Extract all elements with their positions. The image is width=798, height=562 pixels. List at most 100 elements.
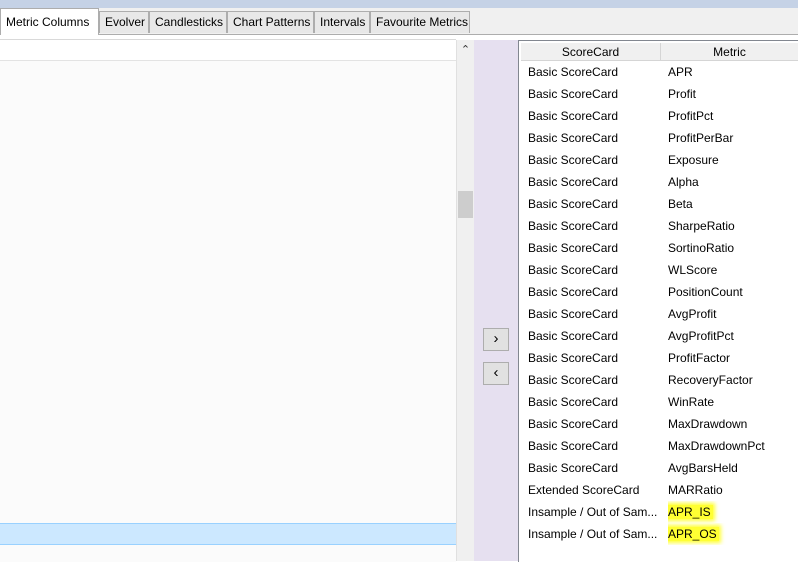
list-first-row[interactable] [0, 40, 456, 61]
metric-cell: SharpeRatio [668, 215, 793, 237]
window-top-bar [0, 0, 798, 8]
scorecard-cell: Basic ScoreCard [528, 109, 619, 123]
scorecard-cell: Basic ScoreCard [528, 461, 619, 475]
vertical-scrollbar[interactable]: ⌃ [456, 40, 474, 561]
scorecard-cell: Basic ScoreCard [528, 395, 619, 409]
tab-intervals[interactable]: Intervals [314, 11, 370, 33]
table-row[interactable]: Basic ScoreCard ProfitFactor [519, 347, 798, 369]
metric-cell: ProfitPerBar [668, 127, 793, 149]
metric-label: Exposure [668, 153, 719, 167]
table-row[interactable]: Insample / Out of Sam... APR_OS [519, 523, 798, 545]
metric-cell: Beta [668, 193, 793, 215]
scorecard-cell: Basic ScoreCard [528, 175, 619, 189]
table-row[interactable]: Basic ScoreCard AvgProfitPct [519, 325, 798, 347]
table-row[interactable]: Basic ScoreCard ProfitPct [519, 105, 798, 127]
scorecard-cell: Basic ScoreCard [528, 307, 619, 321]
metric-cell: Alpha [668, 171, 793, 193]
metric-label: PositionCount [668, 285, 743, 299]
tab-strip: Metric Columns Evolver Candlesticks Char… [0, 8, 798, 35]
remove-metric-button[interactable]: ‹ [483, 362, 509, 385]
scorecard-cell: Basic ScoreCard [528, 87, 619, 101]
metric-label: APR_IS [668, 505, 713, 519]
scorecard-cell: Insample / Out of Sam... [528, 527, 658, 541]
table-row[interactable]: Basic ScoreCard Beta [519, 193, 798, 215]
table-row[interactable]: Basic ScoreCard AvgProfit [519, 303, 798, 325]
scorecard-cell: Basic ScoreCard [528, 241, 619, 255]
metric-cell: AvgProfit [668, 303, 793, 325]
scorecard-cell: Basic ScoreCard [528, 131, 619, 145]
table-row[interactable]: Basic ScoreCard ProfitPerBar [519, 127, 798, 149]
metric-cell: AvgBarsHeld [668, 457, 793, 479]
table-row[interactable]: Extended ScoreCard MARRatio [519, 479, 798, 501]
scorecard-cell: Basic ScoreCard [528, 263, 619, 277]
tab-favourite-metrics[interactable]: Favourite Metrics [370, 11, 470, 33]
add-metric-button[interactable]: › [483, 328, 509, 351]
metric-label: WinRate [668, 395, 715, 409]
chevron-left-icon: ‹ [493, 364, 499, 381]
metric-label: SharpeRatio [668, 219, 735, 233]
table-row[interactable]: Basic ScoreCard SharpeRatio [519, 215, 798, 237]
table-row[interactable]: Basic ScoreCard Exposure [519, 149, 798, 171]
chevron-right-icon: › [493, 330, 499, 347]
available-metrics-list[interactable] [0, 39, 456, 562]
metric-cell: AvgProfitPct [668, 325, 793, 347]
metric-label: Alpha [668, 175, 699, 189]
metric-label: APR_OS [668, 527, 719, 541]
metric-label: ProfitPerBar [668, 131, 734, 145]
table-row[interactable]: Basic ScoreCard Alpha [519, 171, 798, 193]
tab-evolver[interactable]: Evolver [99, 11, 149, 33]
metric-label: Profit [668, 87, 697, 101]
scorecard-cell: Basic ScoreCard [528, 373, 619, 387]
metric-label: RecoveryFactor [668, 373, 753, 387]
metric-cell: ProfitPct [668, 105, 793, 127]
table-row[interactable]: Basic ScoreCard APR [519, 61, 798, 83]
scorecard-cell: Basic ScoreCard [528, 153, 619, 167]
scorecard-cell: Basic ScoreCard [528, 329, 619, 343]
selected-metrics-grid[interactable]: ScoreCard Metric Basic ScoreCard APR Basic… [518, 40, 798, 562]
metric-cell: Profit [668, 83, 793, 105]
column-header-metric[interactable]: Metric [661, 43, 798, 61]
metric-cell: Exposure [668, 149, 793, 171]
metric-label: ProfitPct [668, 109, 714, 123]
metric-cell: SortinoRatio [668, 237, 793, 259]
table-row[interactable]: Basic ScoreCard WLScore [519, 259, 798, 281]
table-row[interactable]: Basic ScoreCard MaxDrawdown [519, 413, 798, 435]
metric-cell: ProfitFactor [668, 347, 793, 369]
metric-label: MaxDrawdownPct [668, 439, 765, 453]
scorecard-cell: Insample / Out of Sam... [528, 505, 658, 519]
scorecard-cell: Basic ScoreCard [528, 417, 619, 431]
metric-cell: WLScore [668, 259, 793, 281]
tab-chart-patterns[interactable]: Chart Patterns [227, 11, 314, 33]
metric-cell: WinRate [668, 391, 793, 413]
metric-cell: MaxDrawdownPct [668, 435, 793, 457]
scorecard-cell: Basic ScoreCard [528, 197, 619, 211]
table-row[interactable]: Basic ScoreCard Profit [519, 83, 798, 105]
metric-label: Beta [668, 197, 693, 211]
scorecard-cell: Basic ScoreCard [528, 439, 619, 453]
table-row[interactable]: Basic ScoreCard WinRate [519, 391, 798, 413]
table-row[interactable]: Basic ScoreCard SortinoRatio [519, 237, 798, 259]
metric-label: MARRatio [668, 483, 723, 497]
transfer-button-strip: › ‹ [474, 40, 518, 561]
scroll-up-icon[interactable]: ⌃ [457, 42, 474, 59]
scorecard-cell: Basic ScoreCard [528, 65, 619, 79]
metric-label: ProfitFactor [668, 351, 731, 365]
table-row[interactable]: Basic ScoreCard PositionCount [519, 281, 798, 303]
metric-cell: MaxDrawdown [668, 413, 793, 435]
scrollbar-thumb[interactable] [458, 191, 473, 218]
scorecard-cell: Extended ScoreCard [528, 483, 640, 497]
scorecard-cell: Basic ScoreCard [528, 219, 619, 233]
scorecard-cell: Basic ScoreCard [528, 351, 619, 365]
table-row[interactable]: Basic ScoreCard RecoveryFactor [519, 369, 798, 391]
table-row[interactable]: Basic ScoreCard MaxDrawdownPct [519, 435, 798, 457]
metric-label: MaxDrawdown [668, 417, 748, 431]
tab-candlesticks[interactable]: Candlesticks [149, 11, 227, 33]
metric-label: WLScore [668, 263, 718, 277]
metric-label: AvgProfit [668, 307, 717, 321]
list-selected-row[interactable] [0, 523, 456, 545]
tab-metric-columns[interactable]: Metric Columns [0, 8, 99, 35]
metric-label: SortinoRatio [668, 241, 735, 255]
column-header-scorecard[interactable]: ScoreCard [521, 43, 661, 61]
table-row[interactable]: Basic ScoreCard AvgBarsHeld [519, 457, 798, 479]
table-row[interactable]: Insample / Out of Sam... APR_IS [519, 501, 798, 523]
